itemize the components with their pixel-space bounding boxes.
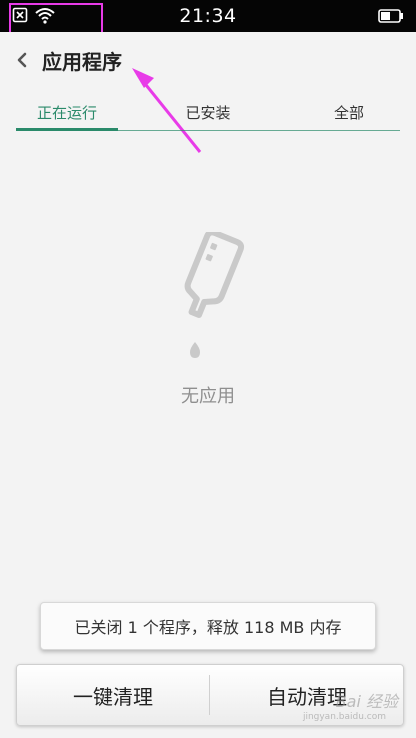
tab-bar: 正在运行 已安装 全部 <box>0 92 416 136</box>
battery-icon <box>378 8 404 27</box>
toast-text: 已关闭 1 个程序，释放 118 MB 内存 <box>74 618 342 637</box>
tab-installed[interactable]: 已安装 <box>148 102 268 123</box>
chevron-left-icon <box>16 51 28 73</box>
one-key-clean-button[interactable]: 一键清理 <box>17 665 209 725</box>
bottom-divider <box>209 675 210 715</box>
tab-all[interactable]: 全部 <box>289 102 409 123</box>
tab-active-indicator <box>16 128 118 131</box>
tab-running[interactable]: 正在运行 <box>7 102 127 123</box>
empty-bottle-icon <box>168 229 250 366</box>
watermark-url: jingyan.baidu.com <box>302 712 386 722</box>
watermark-logo: Bai 经验 <box>335 692 398 711</box>
empty-state-text: 无应用 <box>181 386 235 407</box>
page-title: 应用程序 <box>42 50 122 74</box>
toast-message: 已关闭 1 个程序，释放 118 MB 内存 <box>40 602 376 650</box>
back-button[interactable] <box>10 48 34 76</box>
app-header: 应用程序 <box>0 32 416 90</box>
